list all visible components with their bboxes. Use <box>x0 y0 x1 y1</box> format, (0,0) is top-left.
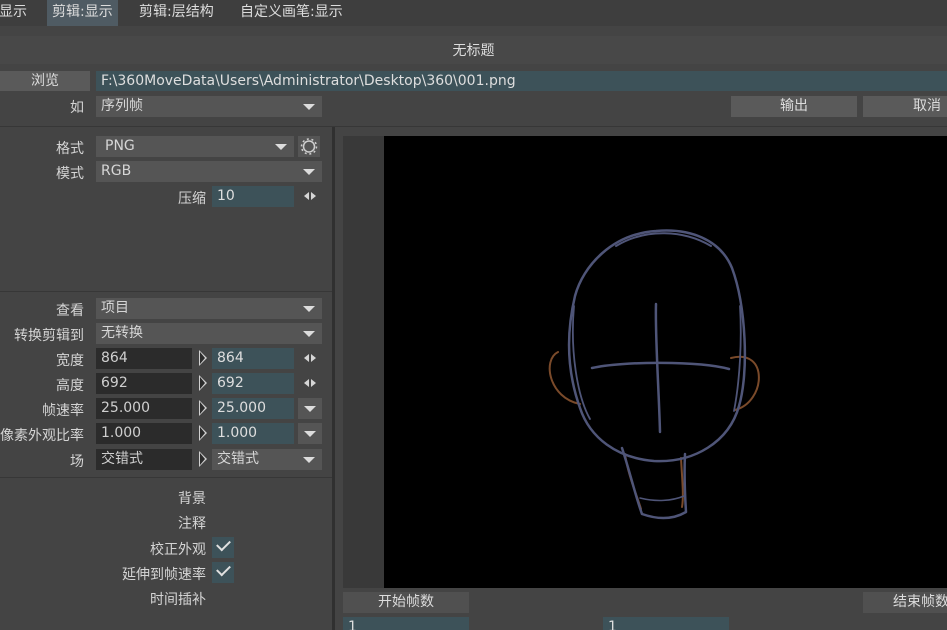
fps-source-field: 25.000 <box>96 398 192 419</box>
end-frame-field[interactable]: 1 <box>603 617 729 630</box>
chevron-down-icon <box>303 104 315 110</box>
field-label: 场 <box>70 454 84 470</box>
divider <box>0 126 947 127</box>
fps-dropdown[interactable] <box>298 398 322 419</box>
start-frame-label: 开始帧数 <box>343 592 469 613</box>
format-label: 格式 <box>56 141 84 157</box>
mode-dropdown[interactable]: RGB <box>96 161 322 182</box>
chevron-down-icon <box>303 306 315 312</box>
arrow-right-icon <box>199 400 207 416</box>
compress-label: 压缩 <box>178 191 206 207</box>
chevron-down-icon <box>303 457 315 463</box>
dialog-title: 无标题 <box>452 43 495 59</box>
file-path-field[interactable]: F:\360MoveData\Users\Administrator\Deskt… <box>96 71 947 91</box>
compress-stepper[interactable] <box>304 191 318 201</box>
height-stepper[interactable] <box>304 378 318 388</box>
as-dropdown[interactable]: 序列帧 <box>96 96 322 117</box>
fps-target-field[interactable]: 25.000 <box>212 398 294 419</box>
format-dropdown[interactable]: PNG <box>96 136 294 157</box>
height-target-field[interactable]: 692 <box>212 373 294 394</box>
browse-button[interactable]: 浏览 <box>0 71 90 91</box>
as-value: 序列帧 <box>101 98 143 114</box>
pixel-aspect-dropdown[interactable] <box>298 423 322 444</box>
convert-value: 无转换 <box>101 325 143 341</box>
view-label: 查看 <box>56 303 84 319</box>
chevron-down-icon <box>303 169 315 175</box>
correct-aspect-checkbox[interactable] <box>212 537 234 558</box>
pixel-aspect-target-field[interactable]: 1.000 <box>212 423 294 444</box>
preview-image <box>384 136 947 588</box>
divider <box>0 291 332 292</box>
width-stepper[interactable] <box>304 353 318 363</box>
convert-dropdown[interactable]: 无转换 <box>96 323 322 344</box>
convert-label: 转换剪辑到 <box>14 328 84 344</box>
correct-aspect-label: 校正外观 <box>150 542 206 558</box>
background-option[interactable]: 背景 <box>100 488 206 508</box>
tab-clip-hierarchy[interactable]: 剪辑:层结构 <box>134 0 219 26</box>
height-source-field: 692 <box>96 373 192 394</box>
pixel-aspect-source-field: 1.000 <box>96 423 192 444</box>
tab-clip-display[interactable]: 剪辑:显示 <box>47 0 118 26</box>
compress-field[interactable]: 10 <box>212 186 294 207</box>
annotation-option[interactable]: 注释 <box>100 513 206 533</box>
chevron-down-icon <box>275 144 287 150</box>
fps-label: 帧速率 <box>42 403 84 419</box>
format-settings-gear-icon[interactable] <box>298 136 320 157</box>
end-frame-label: 结束帧数 <box>863 592 947 613</box>
cancel-button[interactable]: 取消 <box>863 96 947 117</box>
field-source-field: 交错式 <box>96 449 192 470</box>
start-frame-field[interactable]: 1 <box>343 617 469 630</box>
tab-custom-brush-display[interactable]: 自定义画笔:显示 <box>235 0 348 26</box>
as-label: 如 <box>70 100 84 116</box>
mode-label: 模式 <box>56 166 84 182</box>
output-button[interactable]: 输出 <box>731 96 857 117</box>
view-value: 项目 <box>101 300 129 316</box>
arrow-right-icon <box>199 451 207 467</box>
time-interpolation-option[interactable]: 时间插补 <box>80 589 206 609</box>
view-dropdown[interactable]: 项目 <box>96 298 322 319</box>
arrow-right-icon <box>199 425 207 441</box>
arrow-right-icon <box>199 375 207 391</box>
height-label: 高度 <box>56 378 84 394</box>
stretch-fps-checkbox[interactable] <box>212 562 234 583</box>
chevron-down-icon <box>303 331 315 337</box>
panel-splitter[interactable] <box>332 127 335 630</box>
field-target-dropdown[interactable]: 交错式 <box>212 449 322 470</box>
width-target-field[interactable]: 864 <box>212 348 294 369</box>
width-label: 宽度 <box>56 353 84 369</box>
tab-display[interactable]: 显示 <box>0 0 32 26</box>
field-target-value: 交错式 <box>217 451 259 467</box>
mode-value: RGB <box>101 163 132 179</box>
arrow-right-icon <box>199 350 207 366</box>
format-value: PNG <box>105 138 135 154</box>
stretch-fps-label: 延伸到帧速率 <box>122 567 206 583</box>
pixel-aspect-label: 像素外观比率 <box>0 428 84 444</box>
width-source-field: 864 <box>96 348 192 369</box>
divider <box>0 477 332 478</box>
